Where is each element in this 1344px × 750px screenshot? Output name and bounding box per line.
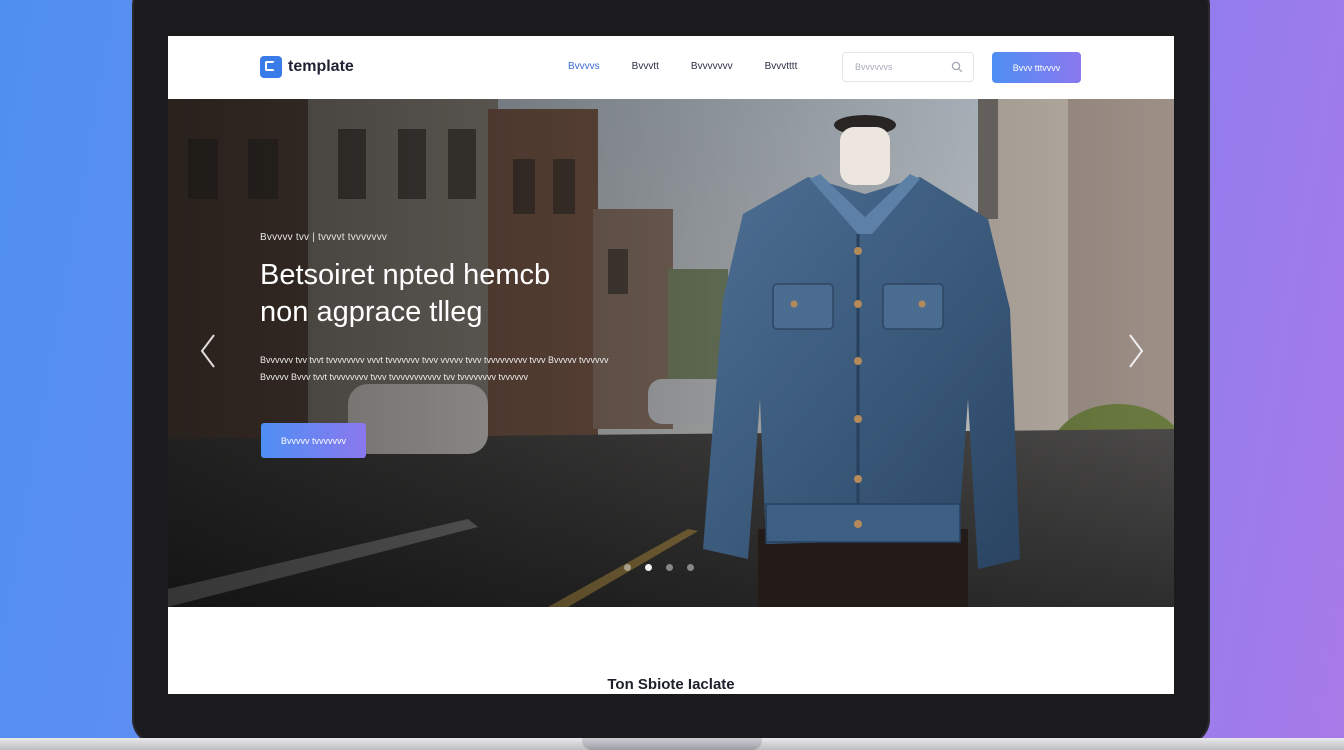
- slider-dot-1[interactable]: [624, 564, 631, 571]
- next-slide-button[interactable]: [1124, 331, 1148, 371]
- slider-dots: [624, 564, 694, 571]
- hero-slider: Bvvvvv tvv | tvvvvt tvvvvvvv Betsoiret n…: [168, 99, 1174, 607]
- hero-cta-button[interactable]: Bvvvvv tvvvvvvv: [261, 423, 366, 458]
- slider-dot-4[interactable]: [687, 564, 694, 571]
- search-icon[interactable]: [951, 61, 963, 73]
- logo-text: template: [288, 58, 354, 75]
- hero-title-line-2: non agprace tlleg: [260, 296, 483, 328]
- nav-link-4[interactable]: Bvvvtttt: [765, 61, 798, 72]
- section-title: Ton Sbiote Iaclate: [607, 676, 735, 693]
- nav-link-2[interactable]: Bvvvtt: [632, 61, 659, 72]
- slider-dot-2[interactable]: [645, 564, 652, 571]
- nav-link-3[interactable]: Bvvvvvvv: [691, 61, 733, 72]
- nav-cta-button[interactable]: Bvvv tttvvvv: [992, 52, 1081, 83]
- laptop-notch: [582, 738, 762, 750]
- hero-description: Bvvvvvv tvv tvvt tvvvvvvvv vvvt tvvvvvvv…: [260, 355, 609, 382]
- hero-eyebrow: Bvvvvv tvv | tvvvvt tvvvvvvv: [260, 232, 388, 243]
- logo-icon: [260, 56, 282, 78]
- slider-dot-3[interactable]: [666, 564, 673, 571]
- hero-title-line-1: Betsoiret npted hemcb: [260, 259, 551, 291]
- chevron-right-icon: [1129, 334, 1144, 368]
- chevron-left-icon: [200, 334, 215, 368]
- navbar: template Bvvvvs Bvvvtt Bvvvvvvv Bvvvtttt…: [168, 36, 1174, 99]
- nav-link-1[interactable]: Bvvvvs: [568, 61, 600, 72]
- logo[interactable]: template: [260, 56, 354, 78]
- search-box[interactable]: [842, 52, 974, 82]
- browser-screen: template Bvvvvs Bvvvtt Bvvvvvvv Bvvvtttt…: [168, 36, 1174, 694]
- previous-slide-button[interactable]: [196, 331, 220, 371]
- search-input[interactable]: [853, 61, 947, 73]
- hero-title: Betsoiret npted hemcb non agprace tlleg: [260, 257, 640, 331]
- nav-links: Bvvvvs Bvvvtt Bvvvvvvv Bvvvtttt: [568, 61, 797, 72]
